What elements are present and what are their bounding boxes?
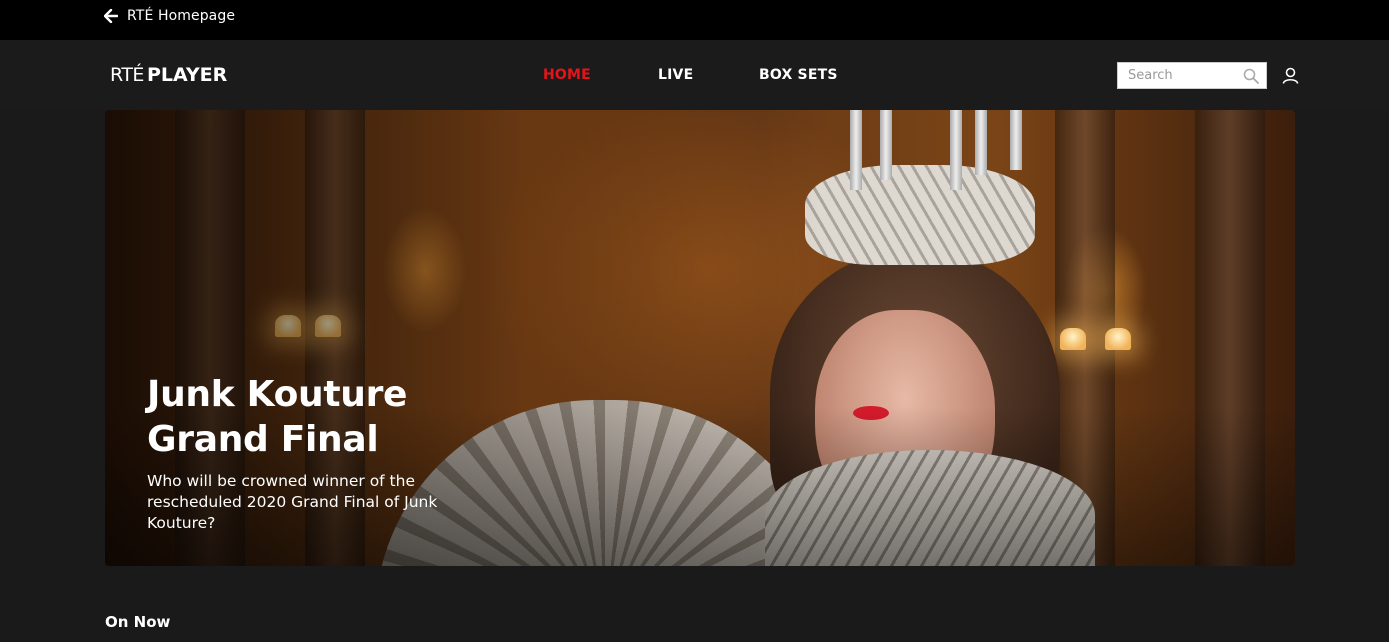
rte-player-logo[interactable]: RTÉ PLAYER bbox=[110, 64, 227, 88]
top-utility-bar: RTÉ Homepage bbox=[0, 0, 1389, 40]
search-box bbox=[1117, 62, 1267, 89]
user-icon[interactable] bbox=[1282, 67, 1299, 84]
hero-title: Junk Kouture Grand Final bbox=[147, 374, 408, 460]
section-title-on-now: On Now bbox=[105, 613, 171, 631]
tab-box-sets[interactable]: BOX SETS bbox=[759, 67, 838, 83]
tab-home[interactable]: HOME bbox=[543, 67, 591, 83]
tab-live[interactable]: LIVE bbox=[658, 67, 693, 83]
main-navbar: RTÉ PLAYER HOME LIVE BOX SETS bbox=[0, 40, 1389, 110]
search-input[interactable] bbox=[1118, 63, 1238, 88]
rte-homepage-label: RTÉ Homepage bbox=[127, 8, 236, 24]
logo-rte-text: RTÉ bbox=[110, 64, 144, 86]
logo-player-text: PLAYER bbox=[146, 64, 228, 86]
arrow-left-icon bbox=[104, 9, 118, 23]
hero-banner[interactable]: Junk Kouture Grand Final Who will be cro… bbox=[105, 110, 1295, 566]
rte-homepage-link[interactable]: RTÉ Homepage bbox=[104, 6, 235, 26]
hero-description: Who will be crowned winner of the resche… bbox=[147, 472, 438, 532]
search-icon[interactable] bbox=[1243, 68, 1259, 84]
